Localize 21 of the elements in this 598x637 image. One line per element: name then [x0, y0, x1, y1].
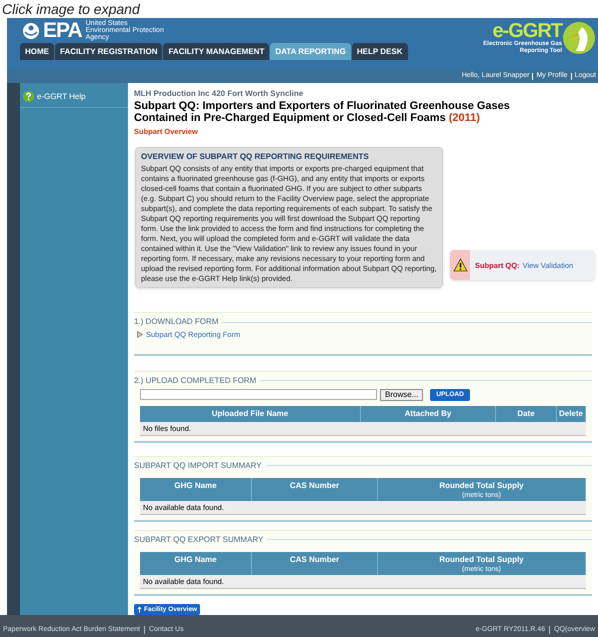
nav-tab[interactable]: FACILITY REGISTRATION [55, 43, 162, 60]
play-arrow-icon [137, 331, 143, 338]
overview-heading: OVERVIEW OF SUBPART QQ REPORTING REQUIREMENTS [141, 151, 370, 164]
facility-name: MLH Production Inc 420 Fort Worth Syncline [134, 88, 304, 100]
caption: Click image to expand [1, 0, 140, 18]
section-heading: 2.) UPLOAD COMPLETED FORM [134, 374, 256, 387]
browse-button[interactable]: Browse... [380, 388, 424, 401]
page-title: Subpart QQ: Importers and Exporters of Fluorinated Greenhouse Gases Contained in Pre-Charged Equipment or Closed-Cell Foams (2011) [134, 101, 511, 124]
nav-tab[interactable]: HOME [20, 43, 54, 60]
flower-logo-icon [22, 22, 40, 40]
nav-tab[interactable]: HELP DESK [352, 43, 408, 60]
up-arrow-icon [137, 606, 142, 613]
section-heading: 1.) DOWNLOAD FORM [134, 316, 218, 328]
help-icon [23, 91, 34, 102]
warning-icon [452, 258, 468, 272]
product-logo: e-GGRT [492, 21, 562, 41]
bird-logo-icon [562, 21, 596, 55]
section-heading: SUBPART QQ IMPORT SUMMARY [134, 460, 262, 472]
agency-logo: EPA [43, 20, 82, 41]
nav-tab[interactable]: FACILITY MANAGEMENT [163, 43, 270, 60]
section-heading: SUBPART QQ EXPORT SUMMARY [134, 534, 264, 546]
